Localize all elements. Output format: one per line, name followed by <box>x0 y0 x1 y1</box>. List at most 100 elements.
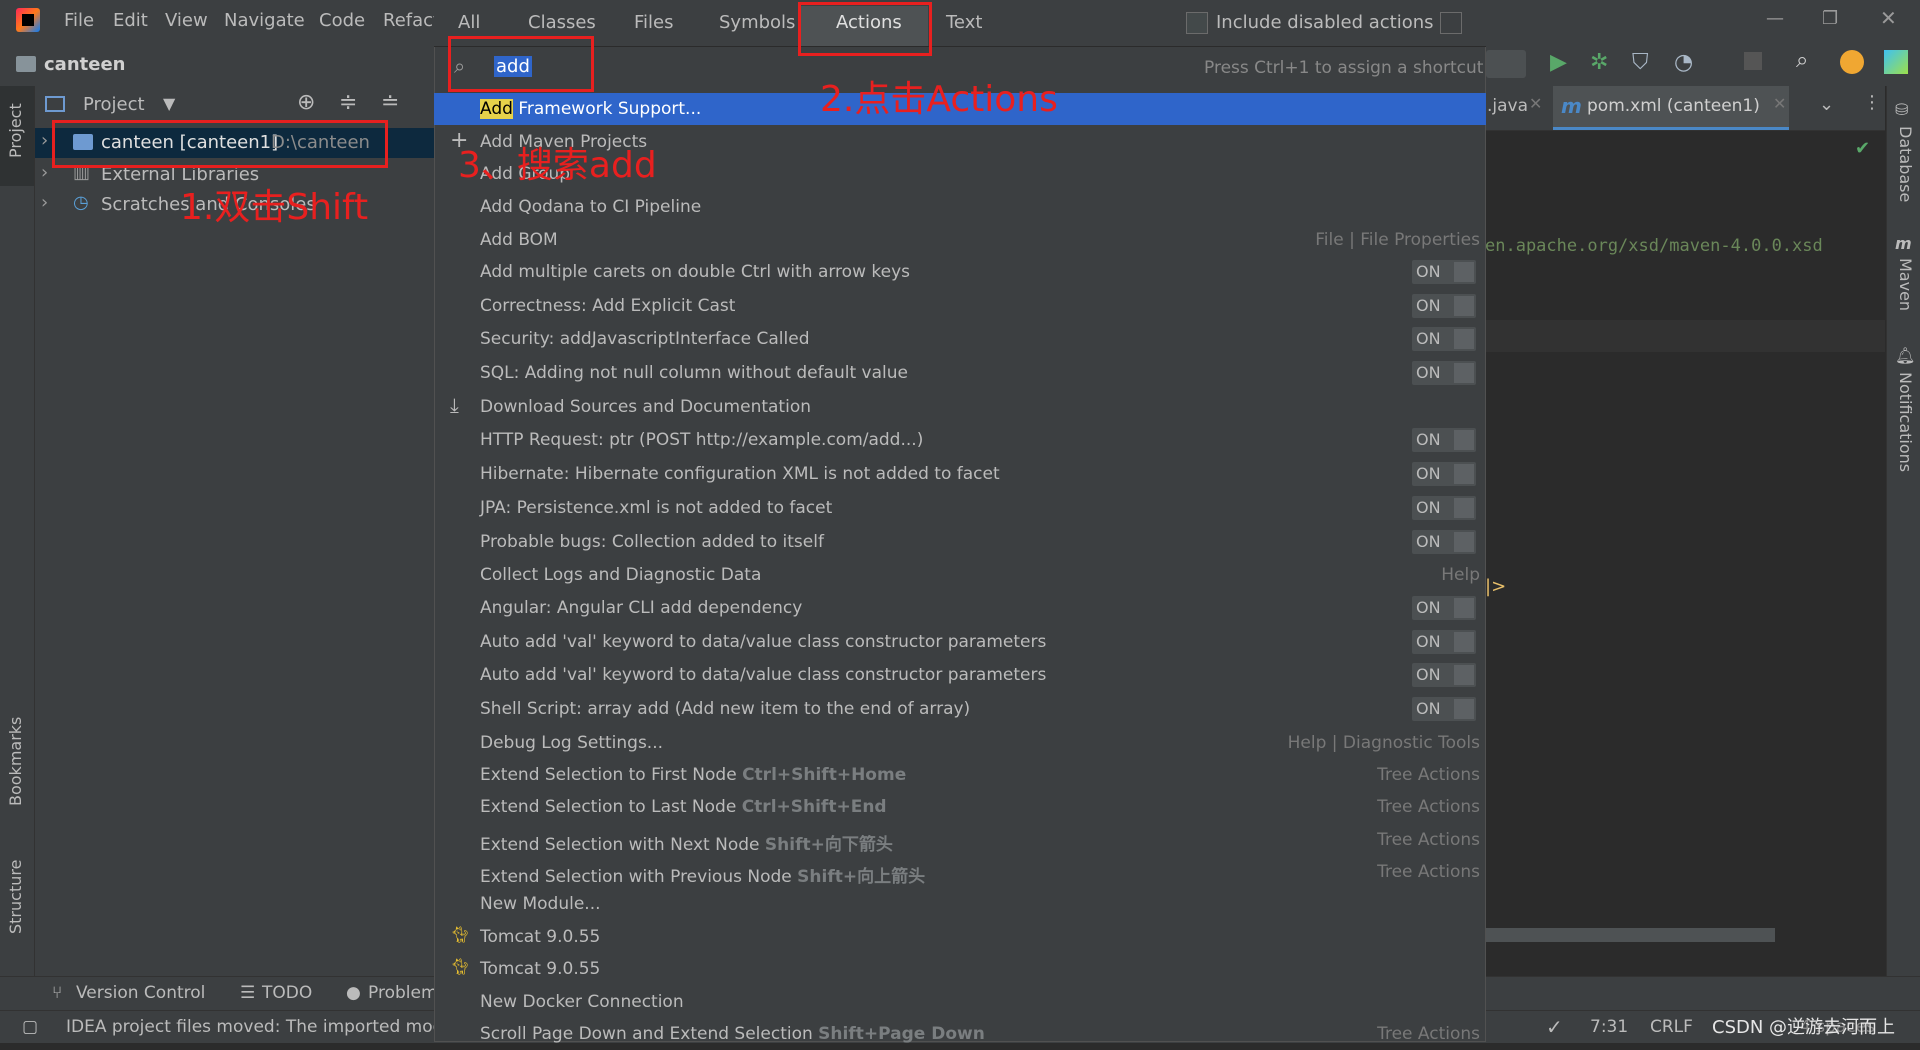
result-row[interactable]: ⤓ Download Sources and Documentation <box>434 391 1486 423</box>
result-row[interactable]: New Module... <box>434 888 1486 920</box>
option-toggle[interactable]: ON <box>1412 361 1476 385</box>
option-toggle[interactable]: ON <box>1412 260 1476 284</box>
run-config-dropdown[interactable] <box>1486 50 1526 78</box>
include-disabled-checkbox[interactable] <box>1186 12 1208 34</box>
result-row[interactable]: Shell Script: array add (Add new item to… <box>434 693 1486 725</box>
result-row[interactable]: Debug Log Settings... Help | Diagnostic T… <box>434 727 1486 759</box>
option-toggle[interactable]: ON <box>1412 327 1476 351</box>
more-icon[interactable]: ⋮ <box>1863 92 1881 113</box>
result-row[interactable]: Security: addJavascriptInterface Called O… <box>434 323 1486 355</box>
notifications-bell-icon: 🔔︎ <box>1895 346 1916 365</box>
minimize-icon[interactable]: — <box>1766 8 1784 29</box>
result-text: Correctness: Add Explicit Cast <box>480 296 736 316</box>
breadcrumb-project[interactable]: canteen <box>44 54 125 75</box>
option-toggle[interactable]: ON <box>1412 697 1476 721</box>
result-row[interactable]: 🐈︎ Tomcat 9.0.55 <box>434 953 1486 985</box>
menu-file[interactable]: File <box>64 10 94 31</box>
debug-icon[interactable]: ✲ <box>1590 50 1608 75</box>
result-row[interactable]: New Docker Connection <box>434 986 1486 1018</box>
tool-window-project[interactable]: Project <box>6 103 25 158</box>
menu-navigate[interactable]: Navigate <box>224 10 305 31</box>
result-row[interactable]: Add BOM File | File Properties <box>434 224 1486 256</box>
chevron-right-icon[interactable]: › <box>41 192 48 213</box>
result-shortcut: Shift+向下箭头 <box>764 835 893 855</box>
option-toggle[interactable]: ON <box>1412 428 1476 452</box>
result-label: Scroll Page Down and Extend Selection Sh… <box>480 1024 985 1044</box>
locate-icon[interactable]: ⊕ <box>297 90 315 115</box>
tab-all[interactable]: All <box>458 12 480 33</box>
result-row[interactable]: Extend Selection to Last Node Ctrl+Shift… <box>434 791 1486 823</box>
profile-icon[interactable]: ◔ <box>1674 50 1693 75</box>
result-row[interactable]: Auto add 'val' keyword to data/value cla… <box>434 626 1486 658</box>
option-toggle[interactable]: ON <box>1412 663 1476 687</box>
tab-files[interactable]: Files <box>634 12 674 33</box>
close-tab-icon[interactable]: ✕ <box>1529 94 1542 113</box>
vcs-icon[interactable]: ✓ <box>1546 1015 1563 1039</box>
result-row[interactable]: Extend Selection with Previous Node Shif… <box>434 856 1486 888</box>
result-row[interactable]: Collect Logs and Diagnostic Data Help <box>434 559 1486 591</box>
result-row[interactable]: 🐈︎ Tomcat 9.0.55 <box>434 921 1486 953</box>
code-line[interactable]: en.apache.org/xsd/maven-4.0.0.xsd <box>1485 236 1823 256</box>
warning-icon: ● <box>346 983 361 1003</box>
pin-window-icon[interactable] <box>1440 12 1462 34</box>
result-row[interactable]: HTTP Request: ptr (POST http://example.c… <box>434 424 1486 456</box>
result-row[interactable]: Add multiple carets on double Ctrl with … <box>434 256 1486 288</box>
todo-button[interactable]: TODO <box>262 983 312 1003</box>
horizontal-scrollbar[interactable] <box>1485 928 1775 942</box>
result-row[interactable]: Add Qodana to CI Pipeline <box>434 191 1486 223</box>
run-icon[interactable]: ▶ <box>1550 50 1567 75</box>
version-control-button[interactable]: Version Control <box>76 983 205 1003</box>
chevron-down-icon[interactable]: ▼ <box>163 94 175 113</box>
result-label: Correctness: Add Explicit Cast <box>480 296 735 316</box>
restore-icon[interactable]: ❐ <box>1822 8 1838 29</box>
option-toggle[interactable]: ON <box>1412 530 1476 554</box>
close-tab-icon[interactable]: ✕ <box>1773 94 1786 113</box>
line-ending[interactable]: CRLF <box>1650 1017 1693 1037</box>
tabs-dropdown-icon[interactable]: ⌄ <box>1819 94 1834 115</box>
tool-window-notifications[interactable]: Notifications <box>1896 372 1915 472</box>
collapse-all-icon[interactable]: ≐ <box>381 90 399 115</box>
tool-window-structure[interactable]: Structure <box>6 860 25 934</box>
event-log-icon[interactable]: ▢ <box>22 1017 38 1037</box>
option-toggle[interactable]: ON <box>1412 630 1476 654</box>
result-row[interactable]: SQL: Adding not null column without defa… <box>434 357 1486 389</box>
tool-window-bookmarks[interactable]: Bookmarks <box>6 717 25 806</box>
result-row[interactable]: Extend Selection with Next Node Shift+向下… <box>434 824 1486 856</box>
update-icon[interactable] <box>1840 50 1864 74</box>
menu-view[interactable]: View <box>165 10 208 31</box>
tool-window-database[interactable]: Database <box>1896 126 1915 202</box>
editor-tab-java[interactable]: .java <box>1487 96 1528 116</box>
project-panel-title[interactable]: Project <box>83 94 145 115</box>
problems-button[interactable]: Problem <box>368 983 438 1003</box>
result-row[interactable]: Auto add 'val' keyword to data/value cla… <box>434 659 1486 691</box>
search-everywhere-icon[interactable]: ⌕ <box>1796 48 1808 73</box>
editor-tab-pom[interactable]: m pom.xml (canteen1) ✕ <box>1553 86 1789 130</box>
tab-symbols[interactable]: Symbols <box>719 12 795 33</box>
coverage-icon[interactable]: ⛉ <box>1632 50 1649 75</box>
toolbox-icon[interactable] <box>1884 50 1908 74</box>
tool-window-maven[interactable]: Maven <box>1896 258 1915 311</box>
expand-all-icon[interactable]: ≑ <box>339 90 357 115</box>
result-row[interactable]: Correctness: Add Explicit Cast ON <box>434 290 1486 322</box>
result-row[interactable]: Angular: Angular CLI add dependency ON <box>434 592 1486 624</box>
menu-code[interactable]: Code <box>319 10 365 31</box>
menu-refactor[interactable]: Refact <box>383 10 440 31</box>
tab-text[interactable]: Text <box>946 12 982 33</box>
result-row[interactable]: Extend Selection to First Node Ctrl+Shif… <box>434 759 1486 791</box>
stop-icon[interactable] <box>1744 52 1762 70</box>
caret-position[interactable]: 7:31 <box>1590 1017 1628 1037</box>
option-toggle[interactable]: ON <box>1412 294 1476 318</box>
option-toggle[interactable]: ON <box>1412 596 1476 620</box>
result-row[interactable]: Hibernate: Hibernate configuration XML i… <box>434 458 1486 490</box>
result-row[interactable]: JPA: Persistence.xml is not added to fac… <box>434 492 1486 524</box>
chevron-right-icon[interactable]: › <box>41 162 48 183</box>
result-row[interactable]: Scroll Page Down and Extend Selection Sh… <box>434 1018 1486 1050</box>
close-window-icon[interactable]: ✕ <box>1880 6 1897 30</box>
option-toggle[interactable]: ON <box>1412 496 1476 520</box>
menu-edit[interactable]: Edit <box>113 10 148 31</box>
chevron-right-icon[interactable]: › <box>41 130 48 151</box>
status-message[interactable]: IDEA project files moved: The imported m… <box>66 1017 454 1037</box>
result-row[interactable]: Probable bugs: Collection added to itsel… <box>434 526 1486 558</box>
tab-classes[interactable]: Classes <box>528 12 596 33</box>
option-toggle[interactable]: ON <box>1412 462 1476 486</box>
